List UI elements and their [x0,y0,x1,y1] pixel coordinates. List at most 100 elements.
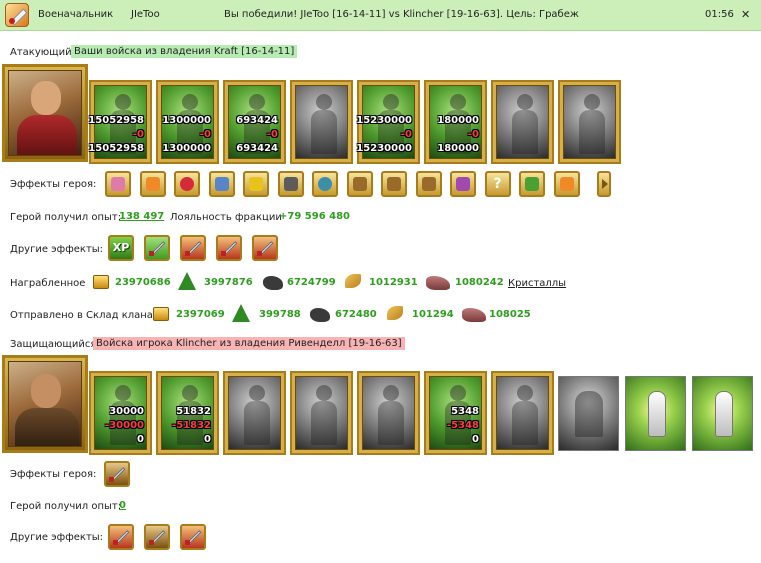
unit-portrait [496,85,549,159]
unit-count-before: 30000 [109,406,144,417]
shield-icon[interactable] [208,171,235,197]
red-sword-icon[interactable] [252,235,278,261]
unit-losses: -30000 [105,420,144,431]
attacker-xp-value[interactable]: 138 497 [119,211,164,222]
player-name[interactable]: JIeToo [131,9,160,20]
unit-card[interactable]: 15230000 -0 15230000 [356,80,420,164]
unit-count-after: 15230000 [356,143,412,154]
defender-xp-label: Герой получил опыт: [10,501,122,512]
chest-icon[interactable] [105,171,131,197]
red-sword-icon[interactable] [108,524,134,550]
unit-losses: -0 [132,129,144,140]
unit-count-after: 693424 [236,143,278,154]
attacker-label: Атакующий [10,47,72,58]
crystals-link[interactable]: Кристаллы [508,278,566,289]
unit-losses: -5348 [447,420,479,431]
attacker-xp-label: Герой получил опыт: [10,212,122,223]
flower-icon[interactable] [450,171,476,197]
xp-icon[interactable]: XP [108,235,134,261]
heart-icon[interactable] [174,171,200,197]
gold-icon [93,275,109,289]
unit-count-after: 15052958 [88,143,144,154]
fire-icon[interactable] [139,171,166,197]
wheat-icon [387,306,403,320]
banner-icon[interactable] [415,171,442,197]
unit-card[interactable]: 5348 -5348 0 [424,371,487,455]
loot-ore: 6724799 [287,277,336,288]
armor-icon[interactable] [277,171,304,197]
unit-portrait [362,376,415,450]
unit-card[interactable]: 30000 -30000 0 [89,371,152,455]
sword-icon[interactable] [144,524,170,550]
clan-wood: 399788 [259,309,301,320]
close-icon[interactable]: ✕ [741,8,750,21]
stone-icon [462,308,486,322]
unit-card[interactable] [357,371,420,455]
wood-icon [232,304,250,322]
unit-losses: -0 [199,129,211,140]
unit-count-after: 1300000 [162,143,211,154]
attacker-hero-effects-label: Эффекты героя: [10,179,97,190]
unit-count-before: 180000 [437,115,479,126]
unit-portrait [295,85,348,159]
defender-title: Войска игрока Klincher из владения Ривен… [93,337,405,350]
unit-count-before: 15230000 [356,115,412,126]
unit-count-after: 0 [472,434,479,445]
wheat-icon [345,274,361,288]
logo-icon[interactable] [5,3,29,27]
unit-card[interactable] [223,371,286,455]
unit-card[interactable] [558,80,621,164]
sword-icon[interactable] [104,461,130,487]
battle-report-header: Военачальник JIeToo Вы победили! JIeToo … [0,0,761,31]
clan-wheat: 101294 [412,309,454,320]
potion-icon[interactable] [312,171,338,197]
loot-gold: 23970686 [115,277,171,288]
unit-card[interactable] [290,80,353,164]
loot-wood: 3997876 [204,277,253,288]
tower-tile [692,376,753,451]
unit-card[interactable]: 51832 -51832 0 [156,371,219,455]
unit-count-before: 15052958 [88,115,144,126]
unit-portrait [228,376,281,450]
red-sword-icon[interactable] [180,524,206,550]
gold-icon [153,307,169,321]
question-icon[interactable]: ? [484,171,511,197]
red-sword-icon[interactable] [180,235,206,261]
unit-losses: -51832 [172,420,211,431]
effects-next-arrow[interactable] [597,171,611,197]
battle-result: Вы победили! JIeToo [16-14-11] vs Klinch… [224,9,579,20]
loyalty-value: +79 596 480 [279,211,351,222]
ore-icon [263,276,283,290]
attacker-hero-portrait[interactable] [2,64,88,162]
herb-icon[interactable] [519,171,545,197]
sword-icon[interactable] [144,235,170,261]
clan-gold: 2397069 [176,309,225,320]
ore-icon [310,308,330,322]
loyalty-label: Лояльность фракции [170,212,282,223]
attacker-other-effects-label: Другие эффекты: [10,244,104,255]
unit-card[interactable]: 180000 -0 180000 [424,80,487,164]
attacker-title: Ваши войска из владения Kraft [16-14-11] [71,45,298,58]
unit-card[interactable] [290,371,353,455]
unit-count-after: 0 [204,434,211,445]
wood-icon [178,272,196,290]
unit-card[interactable] [491,371,554,455]
unit-card[interactable]: 693424 -0 693424 [223,80,286,164]
claws-icon[interactable] [346,171,373,197]
red-sword-icon[interactable] [216,235,242,261]
player-role: Военачальник [38,9,114,20]
scroll-icon[interactable] [553,171,580,197]
clock: 01:56 [705,9,734,20]
unit-card[interactable] [491,80,554,164]
loot-stone: 1080242 [455,277,504,288]
unit-card[interactable]: 15052958 -0 15052958 [88,80,152,164]
unit-losses: -0 [467,129,479,140]
defender-other-effects-label: Другие эффекты: [10,532,104,543]
defender-hero-effects-label: Эффекты героя: [10,469,97,480]
defender-hero-portrait[interactable] [2,355,88,453]
unit-card[interactable]: 1300000 -0 1300000 [156,80,219,164]
plant-icon[interactable] [243,171,269,197]
star-cross-icon[interactable] [381,171,407,197]
defender-xp-value[interactable]: 0 [119,500,126,511]
tower-tile [625,376,686,451]
